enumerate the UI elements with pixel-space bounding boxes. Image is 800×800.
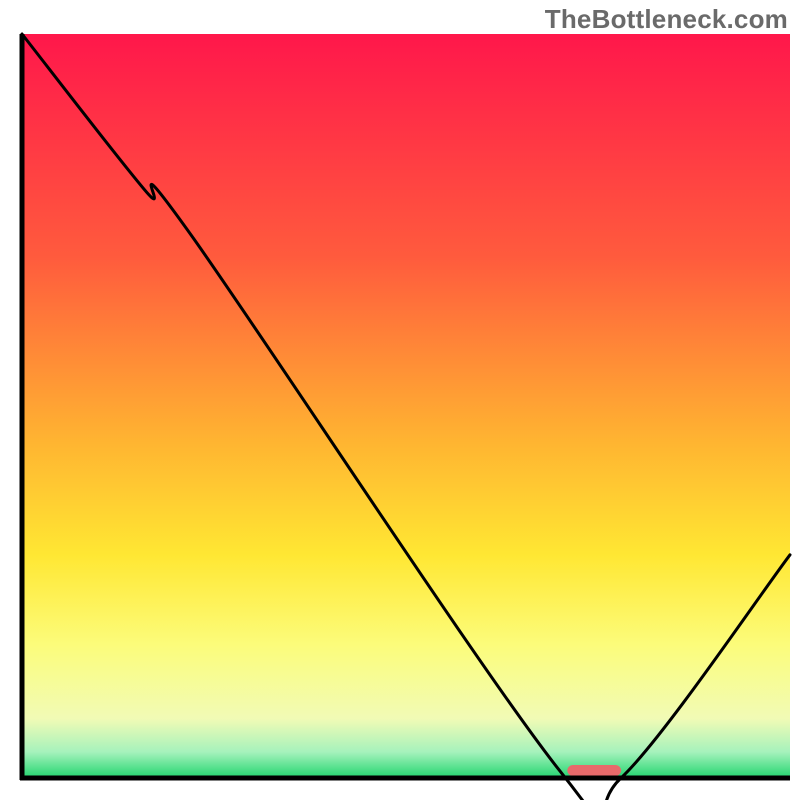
gradient-background [22,34,790,778]
optimal-marker [567,765,621,776]
bottleneck-chart [0,0,800,800]
chart-stage: TheBottleneck.com [0,0,800,800]
